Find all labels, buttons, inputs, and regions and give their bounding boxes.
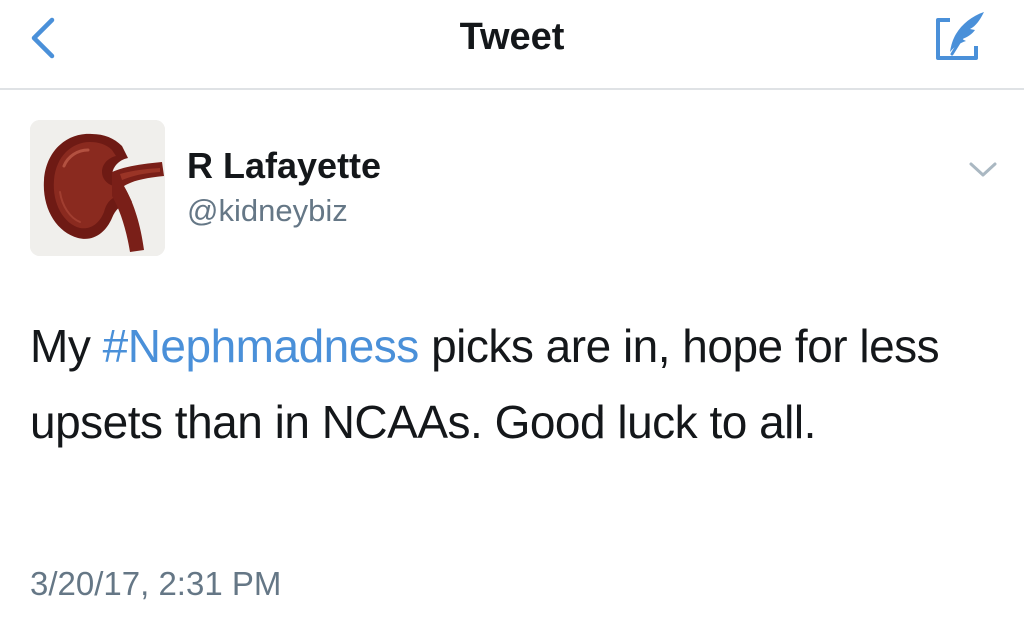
hashtag-link[interactable]: #Nephmadness: [103, 320, 420, 372]
page-title: Tweet: [459, 16, 565, 58]
kidney-icon: [30, 120, 165, 256]
tweet-timestamp: 3/20/17, 2:31 PM: [30, 565, 282, 602]
chevron-down-icon: [969, 162, 997, 177]
compose-quill-icon: [936, 12, 984, 60]
navigation-bar: Tweet: [0, 0, 1024, 90]
tweet-text: My #Nephmadness picks are in, hope for l…: [30, 308, 1000, 460]
avatar[interactable]: [30, 120, 165, 256]
tweet-header: R Lafayette @kidneybiz: [30, 120, 1000, 260]
author-display-name[interactable]: R Lafayette: [187, 144, 381, 188]
author-handle[interactable]: @kidneybiz: [187, 192, 348, 230]
tweet-text-before: My: [30, 320, 103, 372]
compose-tweet-button[interactable]: [932, 10, 990, 64]
tweet-options-button[interactable]: [966, 158, 1000, 182]
